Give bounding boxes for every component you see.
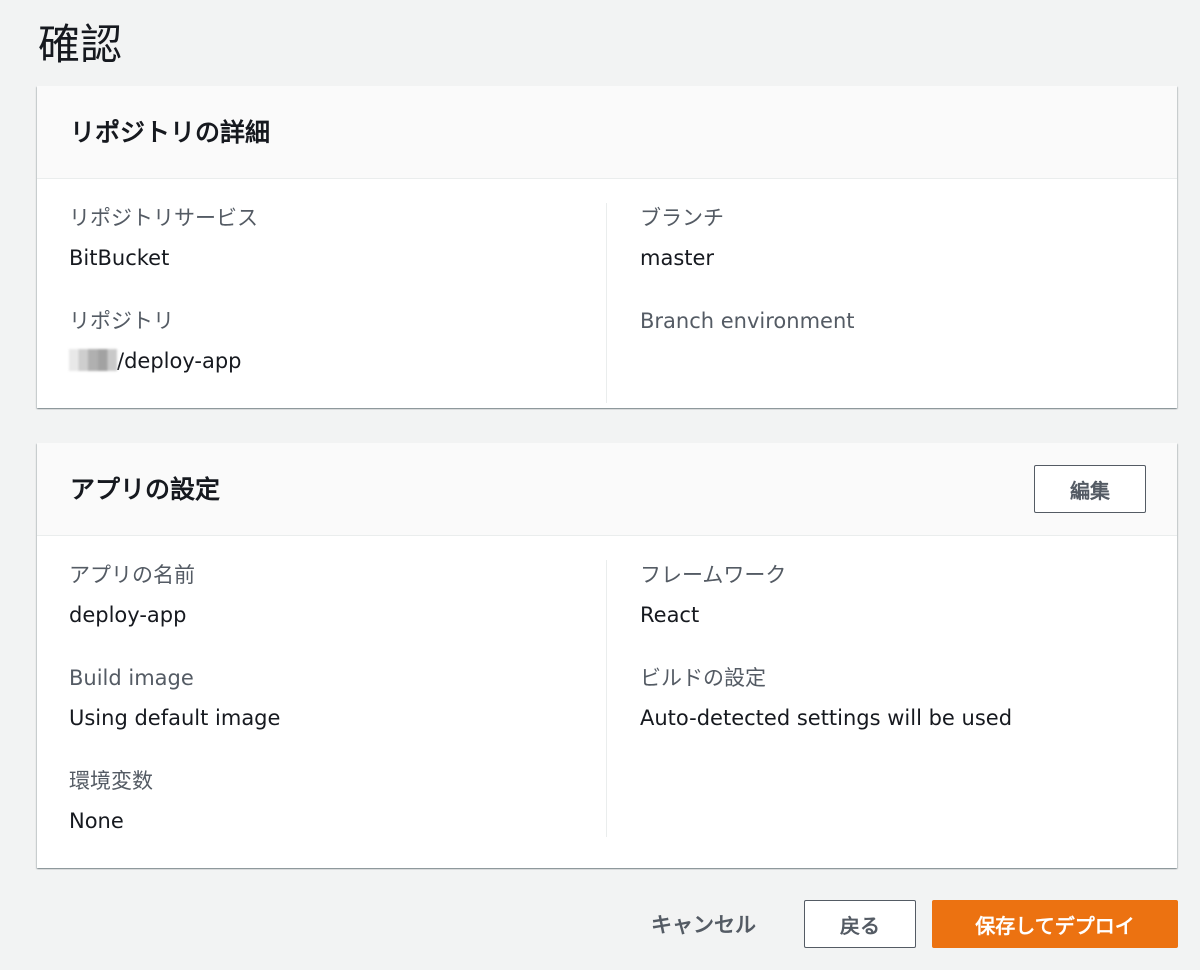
save-and-deploy-button[interactable]: 保存してデプロイ (932, 900, 1178, 948)
field-value: /deploy-app (69, 346, 606, 376)
panel-header: リポジトリの詳細 (37, 86, 1177, 179)
field-value: React (640, 603, 700, 627)
field-label: ビルドの設定 (640, 666, 766, 690)
field-label: Build image (69, 666, 194, 690)
field-branch: ブランチ master (640, 203, 1177, 306)
field-label: リポジトリ (69, 309, 174, 333)
field-build-image: Build image Using default image (69, 663, 606, 766)
field-value: master (640, 246, 715, 270)
page-title: 確認 (38, 20, 123, 69)
left-column: リポジトリサービス BitBucket リポジトリ /deploy-app (37, 203, 607, 403)
repository-details-panel: リポジトリの詳細 リポジトリサービス BitBucket リポジトリ /depl… (37, 86, 1177, 408)
field-branch-environment: Branch environment (640, 306, 1177, 336)
field-build-settings: ビルドの設定 Auto-detected settings will be us… (640, 663, 1177, 733)
field-value: Using default image (69, 706, 281, 730)
field-repository: リポジトリ /deploy-app (69, 306, 606, 376)
panel-header: アプリの設定 編集 (37, 443, 1177, 536)
footer-actions: キャンセル 戻る 保存してデプロイ (631, 900, 1178, 948)
field-framework: フレームワーク React (640, 560, 1177, 663)
field-label: フレームワーク (640, 563, 787, 587)
repository-name: /deploy-app (117, 349, 242, 373)
field-app-name: アプリの名前 deploy-app (69, 560, 606, 663)
left-column: アプリの名前 deploy-app Build image Using defa… (37, 560, 607, 837)
field-value: Auto-detected settings will be used (640, 706, 1013, 730)
field-environment-variables: 環境変数 None (69, 766, 606, 836)
panel-title: リポジトリの詳細 (70, 118, 271, 147)
field-label: 環境変数 (69, 769, 153, 793)
edit-button[interactable]: 編集 (1034, 465, 1146, 513)
field-value: None (69, 809, 124, 833)
field-value: BitBucket (69, 246, 170, 270)
right-column: フレームワーク React ビルドの設定 Auto-detected setti… (607, 560, 1177, 733)
field-label: アプリの名前 (69, 563, 195, 587)
field-label: ブランチ (640, 206, 724, 230)
panel-title: アプリの設定 (70, 475, 221, 504)
field-value: deploy-app (69, 603, 187, 627)
field-label: Branch environment (640, 309, 855, 333)
app-settings-panel: アプリの設定 編集 アプリの名前 deploy-app Build image … (37, 443, 1177, 868)
field-label: リポジトリサービス (69, 206, 258, 230)
field-repository-service: リポジトリサービス BitBucket (69, 203, 606, 306)
back-button[interactable]: 戻る (804, 900, 916, 948)
cancel-button[interactable]: キャンセル (631, 900, 776, 948)
right-column: ブランチ master Branch environment (607, 203, 1177, 346)
redacted-owner (69, 349, 117, 371)
